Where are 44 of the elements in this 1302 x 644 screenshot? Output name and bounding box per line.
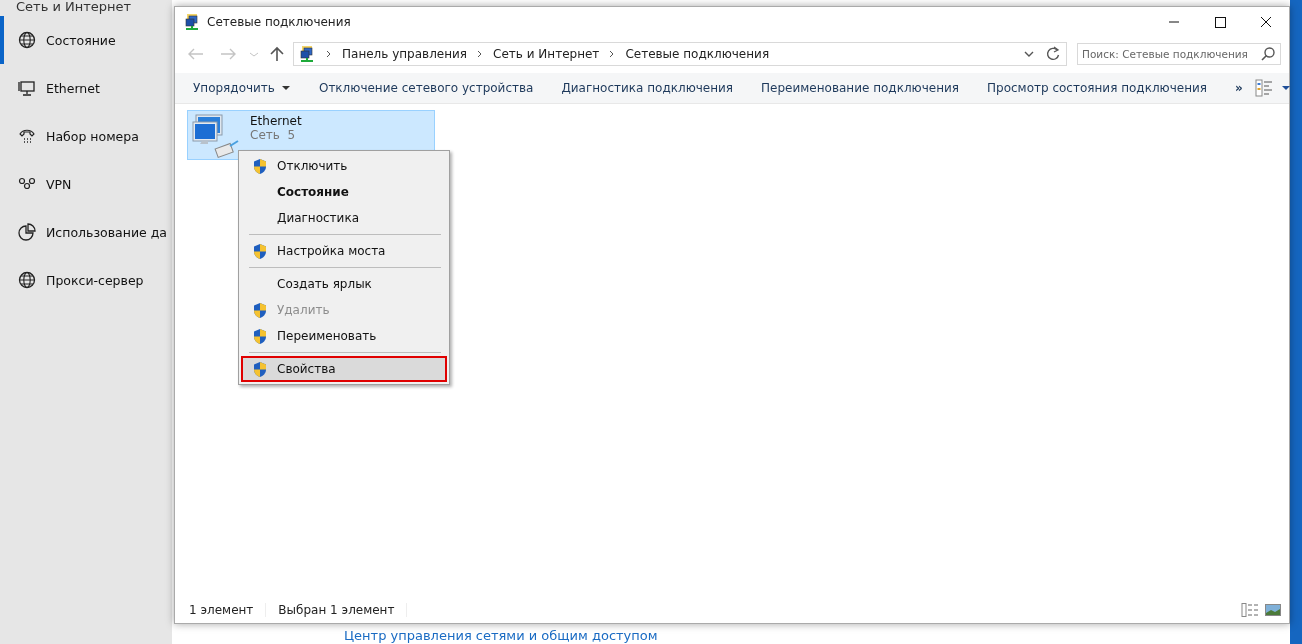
globe-icon — [18, 31, 36, 49]
network-center-link[interactable]: Центр управления сетями и общим доступом — [344, 628, 658, 643]
search-icon — [1260, 46, 1276, 62]
network-folder-icon — [183, 13, 201, 31]
menu-item[interactable]: Состояние — [241, 179, 447, 205]
address-bar[interactable]: Панель управления Сеть и Интернет Сетевые подключения — [293, 42, 1067, 66]
nav-item[interactable]: Прокси-сервер — [0, 256, 172, 304]
large-icons-view-icon[interactable] — [1265, 604, 1281, 616]
nav-item[interactable]: Использование да — [0, 208, 172, 256]
details-view-icon — [1254, 79, 1273, 97]
globe-icon — [18, 271, 36, 289]
monitor-icon — [18, 79, 36, 97]
menu-item[interactable]: Создать ярлык — [241, 271, 447, 297]
nav-item[interactable]: VPN — [0, 160, 172, 208]
toolbar-button[interactable]: Просмотр состояния подключения — [977, 77, 1218, 99]
caret-icon — [1280, 83, 1291, 93]
status-text: Выбран 1 элемент — [278, 603, 408, 617]
window-title: Сетевые подключения — [207, 15, 352, 29]
search-field[interactable]: Поиск: Сетевые подключения — [1077, 43, 1281, 65]
refresh-icon[interactable] — [1044, 45, 1062, 63]
details-view-icon[interactable] — [1241, 603, 1259, 617]
menu-item[interactable]: Свойства — [241, 356, 447, 382]
breadcrumb-item[interactable]: Панель управления — [342, 47, 468, 61]
view-options-button[interactable] — [1252, 77, 1293, 99]
sidebar-heading: Сеть и Интернет — [15, 0, 133, 16]
breadcrumb-item[interactable]: Сетевые подключения — [625, 47, 770, 61]
connection-network: Сеть 5 — [250, 128, 297, 142]
connection-name: Ethernet — [250, 114, 302, 128]
menu-item[interactable]: Переименовать — [241, 323, 447, 349]
status-text: 1 элемент — [189, 603, 267, 617]
toolbar-button[interactable]: Отключение сетевого устройства — [308, 77, 544, 99]
menu-item[interactable]: Настройка моста — [241, 238, 447, 264]
network-folder-icon — [298, 45, 316, 63]
pie-chart-icon — [18, 223, 36, 241]
nav-item[interactable]: Набор номера — [0, 112, 172, 160]
toolbar-button[interactable]: Упорядочить — [183, 77, 301, 99]
toolbar-button[interactable]: Переименование подключения — [751, 77, 969, 99]
menu-item[interactable]: Диагностика — [241, 205, 447, 231]
breadcrumb-item[interactable]: Сеть и Интернет — [493, 47, 600, 61]
phone-icon — [18, 127, 36, 145]
network-adapter-icon — [192, 113, 240, 159]
more-button[interactable]: » — [1225, 77, 1253, 99]
toolbar-button[interactable]: Диагностика подключения — [551, 77, 744, 99]
nav-item[interactable]: Ethernet — [0, 64, 172, 112]
